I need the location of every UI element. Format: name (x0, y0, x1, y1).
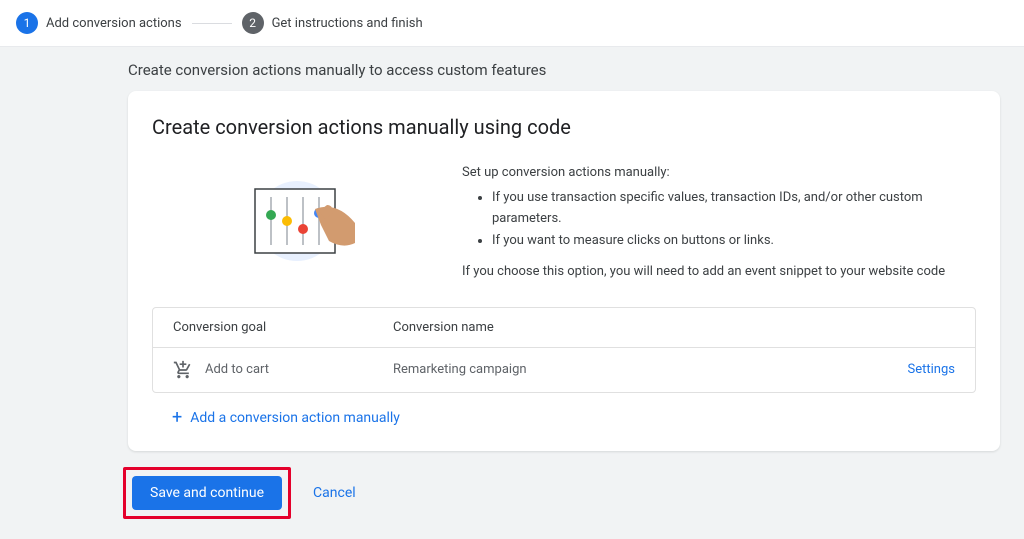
save-and-continue-button[interactable]: Save and continue (132, 476, 282, 510)
intro-text: Set up conversion actions manually: If y… (462, 163, 976, 283)
plus-icon: + (172, 409, 182, 427)
card-title: Create conversion actions manually using… (152, 115, 976, 139)
add-action-label: Add a conversion action manually (190, 410, 400, 426)
conversion-table: Conversion goal Conversion name Add to c… (152, 307, 976, 393)
main-card: Create conversion actions manually using… (128, 91, 1000, 451)
name-value: Remarketing campaign (393, 362, 855, 377)
intro-row: Set up conversion actions manually: If y… (152, 163, 976, 283)
page-subtitle: Create conversion actions manually to ac… (0, 61, 1024, 91)
table-row: Add to cart Remarketing campaign Setting… (153, 348, 975, 392)
intro-bullet: If you use transaction specific values, … (492, 188, 976, 230)
intro-note: If you choose this option, you will need… (462, 262, 976, 283)
step-number-inactive: 2 (242, 12, 264, 34)
step-number-active: 1 (16, 12, 38, 34)
add-conversion-action-button[interactable]: + Add a conversion action manually (152, 393, 976, 431)
footer-bar: Save and continue Cancel (123, 467, 1024, 519)
illustration (152, 163, 422, 279)
col-goal: Conversion goal (173, 320, 393, 335)
step-1[interactable]: 1 Add conversion actions (16, 12, 182, 34)
cancel-link[interactable]: Cancel (313, 485, 356, 501)
page-body: Create conversion actions manually to ac… (0, 47, 1024, 539)
add-to-cart-icon (173, 360, 193, 380)
settings-link[interactable]: Settings (855, 362, 955, 377)
sliders-illustration-icon (237, 171, 377, 271)
step-label: Add conversion actions (46, 16, 182, 31)
highlight-annotation: Save and continue (123, 467, 291, 519)
col-name: Conversion name (393, 320, 855, 335)
intro-bullet: If you want to measure clicks on buttons… (492, 231, 976, 252)
goal-value: Add to cart (205, 362, 269, 377)
step-divider (192, 23, 232, 24)
intro-lead: Set up conversion actions manually: (462, 163, 976, 184)
step-2[interactable]: 2 Get instructions and finish (242, 12, 423, 34)
step-label: Get instructions and finish (272, 16, 423, 31)
table-header: Conversion goal Conversion name (153, 308, 975, 348)
stepper: 1 Add conversion actions 2 Get instructi… (0, 0, 1024, 47)
